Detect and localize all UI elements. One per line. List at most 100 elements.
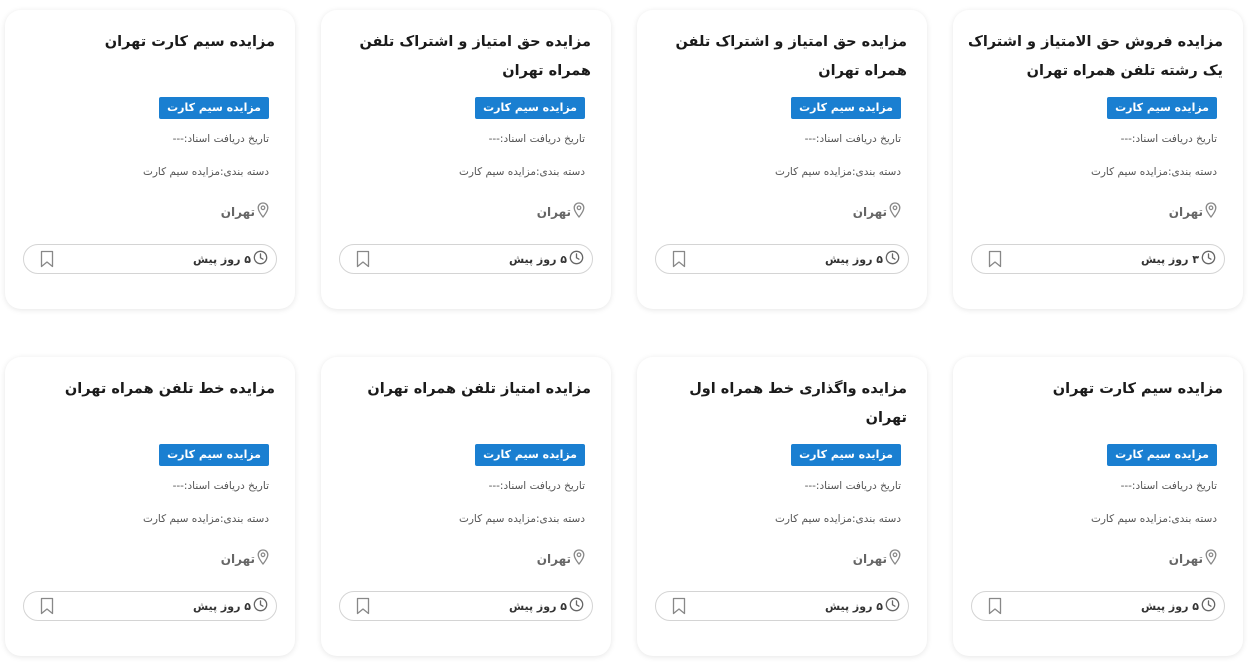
category-badge[interactable]: مزایده سیم کارت: [159, 444, 269, 466]
category-label: دسته بندی:مزایده سیم کارت: [458, 166, 585, 178]
map-pin-icon: [573, 549, 585, 568]
category-label: دسته بندی:مزایده سیم کارت: [774, 166, 901, 178]
category-badge[interactable]: مزایده سیم کارت: [159, 97, 269, 119]
posted-time: ۵ روز پیش: [825, 250, 900, 268]
map-pin-icon: [257, 549, 269, 568]
posted-time: ۵ روز پیش: [193, 597, 268, 615]
card-title[interactable]: مزایده فروش حق الامتیاز و اشتراک یک رشته…: [967, 28, 1223, 86]
document-date: تاریخ دریافت اسناد:---: [172, 133, 269, 145]
category-badge[interactable]: مزایده سیم کارت: [1107, 97, 1217, 119]
posted-time-text: ۵ روز پیش: [824, 252, 883, 266]
category-badge[interactable]: مزایده سیم کارت: [475, 97, 585, 119]
card-footer: ۵ روز پیش: [339, 591, 593, 621]
posted-time-text: ۵ روز پیش: [192, 599, 251, 613]
location: تهران: [1169, 202, 1217, 221]
clock-icon: [569, 250, 584, 268]
auction-card[interactable]: مزایده فروش حق الامتیاز و اشتراک یک رشته…: [953, 10, 1243, 309]
auction-card[interactable]: مزایده سیم کارت تهران مزایده سیم کارت تا…: [953, 357, 1243, 656]
document-date: تاریخ دریافت اسناد:---: [1120, 480, 1217, 492]
location-text: تهران: [852, 204, 887, 219]
posted-time: ۵ روز پیش: [193, 250, 268, 268]
posted-time-text: ۳ روز پیش: [1140, 252, 1199, 266]
map-pin-icon: [257, 202, 269, 221]
location: تهران: [853, 202, 901, 221]
category-label: دسته بندی:مزایده سیم کارت: [1090, 166, 1217, 178]
bookmark-icon[interactable]: [40, 597, 54, 615]
document-date: تاریخ دریافت اسناد:---: [804, 480, 901, 492]
auction-card[interactable]: مزایده حق امتیاز و اشتراک تلفن همراه تهر…: [637, 10, 927, 309]
auction-card-grid: مزایده فروش حق الامتیاز و اشتراک یک رشته…: [0, 0, 1255, 668]
category-badge[interactable]: مزایده سیم کارت: [475, 444, 585, 466]
location-text: تهران: [536, 204, 571, 219]
auction-card[interactable]: مزایده امتیاز تلفن همراه تهران مزایده سی…: [321, 357, 611, 656]
bookmark-icon[interactable]: [988, 597, 1002, 615]
card-footer: ۵ روز پیش: [655, 591, 909, 621]
card-footer: ۳ روز پیش: [971, 244, 1225, 274]
card-title[interactable]: مزایده خط تلفن همراه تهران: [19, 375, 275, 404]
bookmark-icon[interactable]: [988, 250, 1002, 268]
category-label: دسته بندی:مزایده سیم کارت: [142, 166, 269, 178]
location: تهران: [1169, 549, 1217, 568]
document-date: تاریخ دریافت اسناد:---: [804, 133, 901, 145]
clock-icon: [1201, 250, 1216, 268]
auction-card[interactable]: مزایده خط تلفن همراه تهران مزایده سیم کا…: [5, 357, 295, 656]
posted-time: ۵ روز پیش: [509, 250, 584, 268]
category-label: دسته بندی:مزایده سیم کارت: [1090, 513, 1217, 525]
document-date: تاریخ دریافت اسناد:---: [488, 480, 585, 492]
location-text: تهران: [1168, 551, 1203, 566]
map-pin-icon: [1205, 549, 1217, 568]
posted-time: ۵ روز پیش: [825, 597, 900, 615]
location-text: تهران: [1168, 204, 1203, 219]
map-pin-icon: [573, 202, 585, 221]
posted-time: ۳ روز پیش: [1141, 250, 1216, 268]
clock-icon: [885, 250, 900, 268]
location: تهران: [221, 549, 269, 568]
category-label: دسته بندی:مزایده سیم کارت: [142, 513, 269, 525]
location-text: تهران: [220, 551, 255, 566]
posted-time-text: ۵ روز پیش: [508, 599, 567, 613]
location: تهران: [853, 549, 901, 568]
category-label: دسته بندی:مزایده سیم کارت: [458, 513, 585, 525]
document-date: تاریخ دریافت اسناد:---: [1120, 133, 1217, 145]
posted-time-text: ۵ روز پیش: [1140, 599, 1199, 613]
card-footer: ۵ روز پیش: [23, 244, 277, 274]
location: تهران: [537, 202, 585, 221]
card-title[interactable]: مزایده واگذاری خط همراه اول تهران: [651, 375, 907, 433]
posted-time-text: ۵ روز پیش: [192, 252, 251, 266]
card-title[interactable]: مزایده سیم کارت تهران: [967, 375, 1223, 404]
clock-icon: [569, 597, 584, 615]
posted-time: ۵ روز پیش: [509, 597, 584, 615]
map-pin-icon: [889, 549, 901, 568]
bookmark-icon[interactable]: [672, 250, 686, 268]
posted-time-text: ۵ روز پیش: [824, 599, 883, 613]
map-pin-icon: [1205, 202, 1217, 221]
location-text: تهران: [536, 551, 571, 566]
bookmark-icon[interactable]: [356, 250, 370, 268]
location: تهران: [221, 202, 269, 221]
location-text: تهران: [220, 204, 255, 219]
document-date: تاریخ دریافت اسناد:---: [172, 480, 269, 492]
clock-icon: [885, 597, 900, 615]
auction-card[interactable]: مزایده حق امتیاز و اشتراک تلفن همراه تهر…: [321, 10, 611, 309]
card-title[interactable]: مزایده حق امتیاز و اشتراک تلفن همراه تهر…: [335, 28, 591, 86]
clock-icon: [1201, 597, 1216, 615]
card-footer: ۵ روز پیش: [23, 591, 277, 621]
card-title[interactable]: مزایده امتیاز تلفن همراه تهران: [335, 375, 591, 404]
clock-icon: [253, 597, 268, 615]
card-title[interactable]: مزایده حق امتیاز و اشتراک تلفن همراه تهر…: [651, 28, 907, 86]
card-title[interactable]: مزایده سیم کارت تهران: [19, 28, 275, 57]
clock-icon: [253, 250, 268, 268]
location-text: تهران: [852, 551, 887, 566]
bookmark-icon[interactable]: [672, 597, 686, 615]
category-badge[interactable]: مزایده سیم کارت: [791, 97, 901, 119]
card-footer: ۵ روز پیش: [655, 244, 909, 274]
bookmark-icon[interactable]: [40, 250, 54, 268]
category-badge[interactable]: مزایده سیم کارت: [1107, 444, 1217, 466]
bookmark-icon[interactable]: [356, 597, 370, 615]
document-date: تاریخ دریافت اسناد:---: [488, 133, 585, 145]
auction-card[interactable]: مزایده واگذاری خط همراه اول تهران مزایده…: [637, 357, 927, 656]
card-footer: ۵ روز پیش: [971, 591, 1225, 621]
posted-time: ۵ روز پیش: [1141, 597, 1216, 615]
auction-card[interactable]: مزایده سیم کارت تهران مزایده سیم کارت تا…: [5, 10, 295, 309]
category-badge[interactable]: مزایده سیم کارت: [791, 444, 901, 466]
